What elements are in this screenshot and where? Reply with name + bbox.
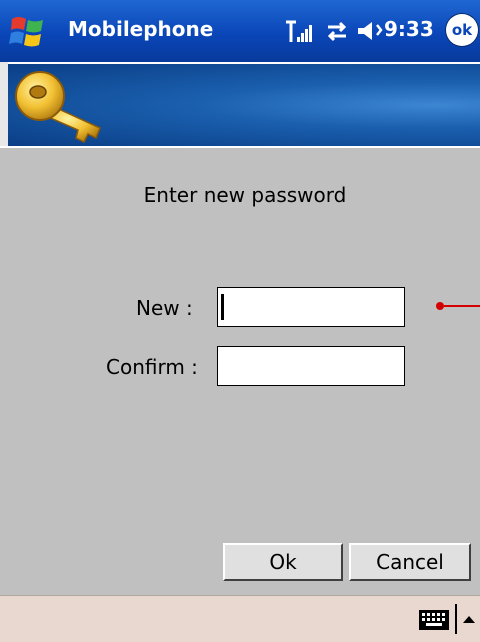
signal-strength-icon[interactable]: [284, 14, 312, 48]
new-password-input[interactable]: [217, 287, 405, 327]
up-arrow-icon[interactable]: [462, 614, 476, 624]
new-password-label: New :: [136, 296, 193, 320]
text-caret: [221, 294, 224, 320]
speaker-icon[interactable]: [356, 14, 384, 48]
confirm-password-input[interactable]: [217, 346, 405, 386]
banner-divider: [0, 146, 480, 148]
ok-button[interactable]: Ok: [223, 543, 343, 581]
cancel-button[interactable]: Cancel: [349, 543, 471, 581]
prompt-text: Enter new password: [143, 183, 347, 207]
start-button[interactable]: [0, 0, 56, 62]
menu-bar: [0, 595, 480, 642]
title-bar: Mobilephone 9:33 ok: [0, 0, 480, 62]
sync-arrows-icon[interactable]: [324, 14, 350, 48]
annotation-marker-line: [444, 305, 480, 307]
banner-edge: [0, 62, 8, 146]
clock[interactable]: 9:33: [384, 17, 434, 41]
confirm-password-label: Confirm :: [106, 355, 198, 379]
app-title: Mobilephone: [68, 17, 214, 41]
windows-flag-icon: [9, 17, 43, 47]
ok-title-button[interactable]: ok: [446, 14, 478, 46]
annotation-marker-dot: [436, 302, 444, 310]
key-icon: [15, 71, 101, 144]
sip-divider: [455, 604, 457, 634]
keyboard-icon[interactable]: [418, 609, 450, 631]
